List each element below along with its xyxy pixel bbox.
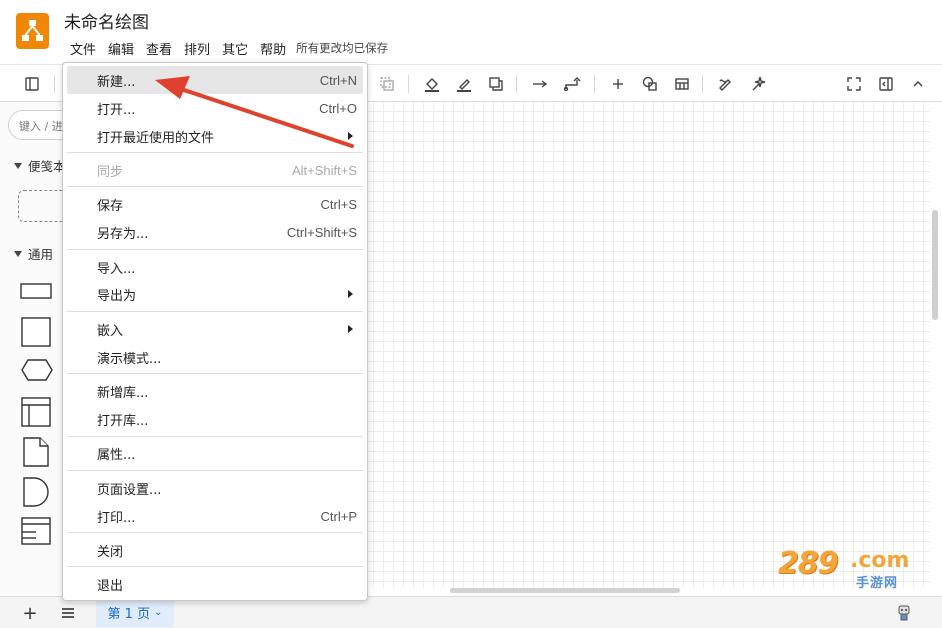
- waypoint-icon[interactable]: [560, 72, 584, 96]
- menu-edit[interactable]: 编辑: [102, 39, 140, 58]
- drawio-logo: [16, 13, 49, 49]
- page-tab[interactable]: 第 1 页 ⌄: [96, 597, 174, 627]
- menu-separator: [67, 436, 363, 437]
- menu-separator: [67, 373, 363, 374]
- menubar: 文件 编辑 查看 排列 其它 帮助 所有更改均已保存: [64, 38, 388, 58]
- menu-item-new-library[interactable]: 新增库...: [67, 377, 363, 405]
- menu-file[interactable]: 文件: [64, 39, 102, 58]
- menu-item-open-library[interactable]: 打开库...: [67, 405, 363, 433]
- menu-arrange[interactable]: 排列: [178, 39, 216, 58]
- horizontal-scrollbar[interactable]: [450, 588, 680, 593]
- menu-item-print[interactable]: 打印... Ctrl+P: [67, 502, 363, 530]
- submenu-arrow-icon: [348, 132, 353, 140]
- toolbar-separator: [408, 75, 409, 93]
- freehand-icon[interactable]: [714, 72, 738, 96]
- table-icon[interactable]: [670, 72, 694, 96]
- hexagon-shape-icon[interactable]: [20, 358, 54, 386]
- toolbar-separator: [516, 75, 517, 93]
- connection-arrow-icon[interactable]: [528, 72, 552, 96]
- menu-separator: [67, 152, 363, 153]
- watermark-subtitle: 手游网: [856, 576, 899, 591]
- toggle-format-icon[interactable]: [874, 72, 898, 96]
- caret-down-icon: [14, 250, 22, 257]
- menu-item-new[interactable]: 新建... Ctrl+N: [67, 66, 363, 94]
- insert-plus-icon[interactable]: [606, 72, 630, 96]
- menu-item-export-as[interactable]: 导出为: [67, 280, 363, 308]
- menu-item-save-as[interactable]: 另存为... Ctrl+Shift+S: [67, 218, 363, 246]
- section-general[interactable]: 通用: [14, 244, 53, 263]
- container-shape-icon[interactable]: [20, 396, 52, 432]
- square-shape-icon[interactable]: [20, 316, 52, 352]
- submenu-arrow-icon: [348, 290, 353, 298]
- menu-item-properties[interactable]: 属性...: [67, 439, 363, 467]
- menu-item-save[interactable]: 保存 Ctrl+S: [67, 190, 363, 218]
- menu-item-page-setup[interactable]: 页面设置...: [67, 474, 363, 502]
- menu-separator: [67, 470, 363, 471]
- document-title[interactable]: 未命名绘图: [64, 8, 149, 33]
- shapes-icon[interactable]: [638, 72, 662, 96]
- menu-item-import[interactable]: 导入...: [67, 253, 363, 281]
- section-general-label: 通用: [28, 247, 54, 262]
- menu-item-sync: 同步 Alt+Shift+S: [97, 162, 357, 180]
- fullscreen-icon[interactable]: [842, 72, 866, 96]
- site-watermark: 289 .com 手游网: [778, 546, 928, 592]
- file-menu-dropdown: 新建... Ctrl+N 打开... Ctrl+O 打开最近使用的文件 同步 A…: [62, 62, 368, 601]
- vertical-scrollbar[interactable]: [932, 210, 938, 320]
- menu-separator: [67, 186, 363, 187]
- toolbar-separator: [594, 75, 595, 93]
- list-shape-icon[interactable]: [20, 516, 52, 550]
- duplicate-icon[interactable]: [375, 72, 399, 96]
- menu-item-embed[interactable]: 嵌入: [67, 315, 363, 343]
- menu-item-presentation-mode[interactable]: 演示模式...: [67, 343, 363, 371]
- format-panel-icon[interactable]: [20, 72, 44, 96]
- menu-item-open-recent[interactable]: 打开最近使用的文件: [67, 122, 363, 150]
- menu-extras[interactable]: 其它: [216, 39, 254, 58]
- line-color-icon[interactable]: [452, 72, 476, 96]
- menu-item-close[interactable]: 关闭: [67, 536, 363, 564]
- section-scratchpad-label: 便笺本: [28, 159, 66, 174]
- menu-view[interactable]: 查看: [140, 39, 178, 58]
- menu-help[interactable]: 帮助: [254, 39, 292, 58]
- menu-separator: [67, 566, 363, 567]
- page-tab-label: 第 1 页: [107, 606, 151, 622]
- delay-shape-icon[interactable]: [22, 476, 50, 512]
- collapse-chevron-icon[interactable]: [906, 72, 930, 96]
- section-scratchpad[interactable]: 便笺本: [14, 156, 66, 175]
- toolbar-separator: [54, 75, 55, 93]
- rectangle-shape-icon[interactable]: [20, 282, 52, 304]
- menu-separator: [67, 249, 363, 250]
- pages-menu-icon[interactable]: [58, 603, 78, 623]
- add-page-button[interactable]: +: [20, 603, 40, 624]
- menu-item-exit[interactable]: 退出: [67, 570, 363, 598]
- app-header: 未命名绘图 文件 编辑 查看 排列 其它 帮助 所有更改均已保存: [0, 0, 942, 64]
- shadow-icon[interactable]: [484, 72, 508, 96]
- ai-sparkle-icon[interactable]: [746, 72, 770, 96]
- submenu-arrow-icon: [348, 325, 353, 333]
- save-status: 所有更改均已保存: [296, 41, 389, 55]
- document-shape-icon[interactable]: [22, 436, 50, 472]
- menu-separator: [67, 311, 363, 312]
- watermark-number: 289: [778, 546, 839, 581]
- menu-item-open[interactable]: 打开... Ctrl+O: [67, 94, 363, 122]
- chevron-down-icon[interactable]: ⌄: [154, 607, 162, 618]
- fill-color-icon[interactable]: [420, 72, 444, 96]
- toolbar-separator: [702, 75, 703, 93]
- caret-down-icon: [14, 162, 22, 169]
- shape-sidebar: 键入 / 进 便笺本 通用: [0, 102, 88, 596]
- mascot-icon: [894, 603, 914, 623]
- watermark-suffix: .com: [850, 548, 910, 573]
- menu-separator: [67, 532, 363, 533]
